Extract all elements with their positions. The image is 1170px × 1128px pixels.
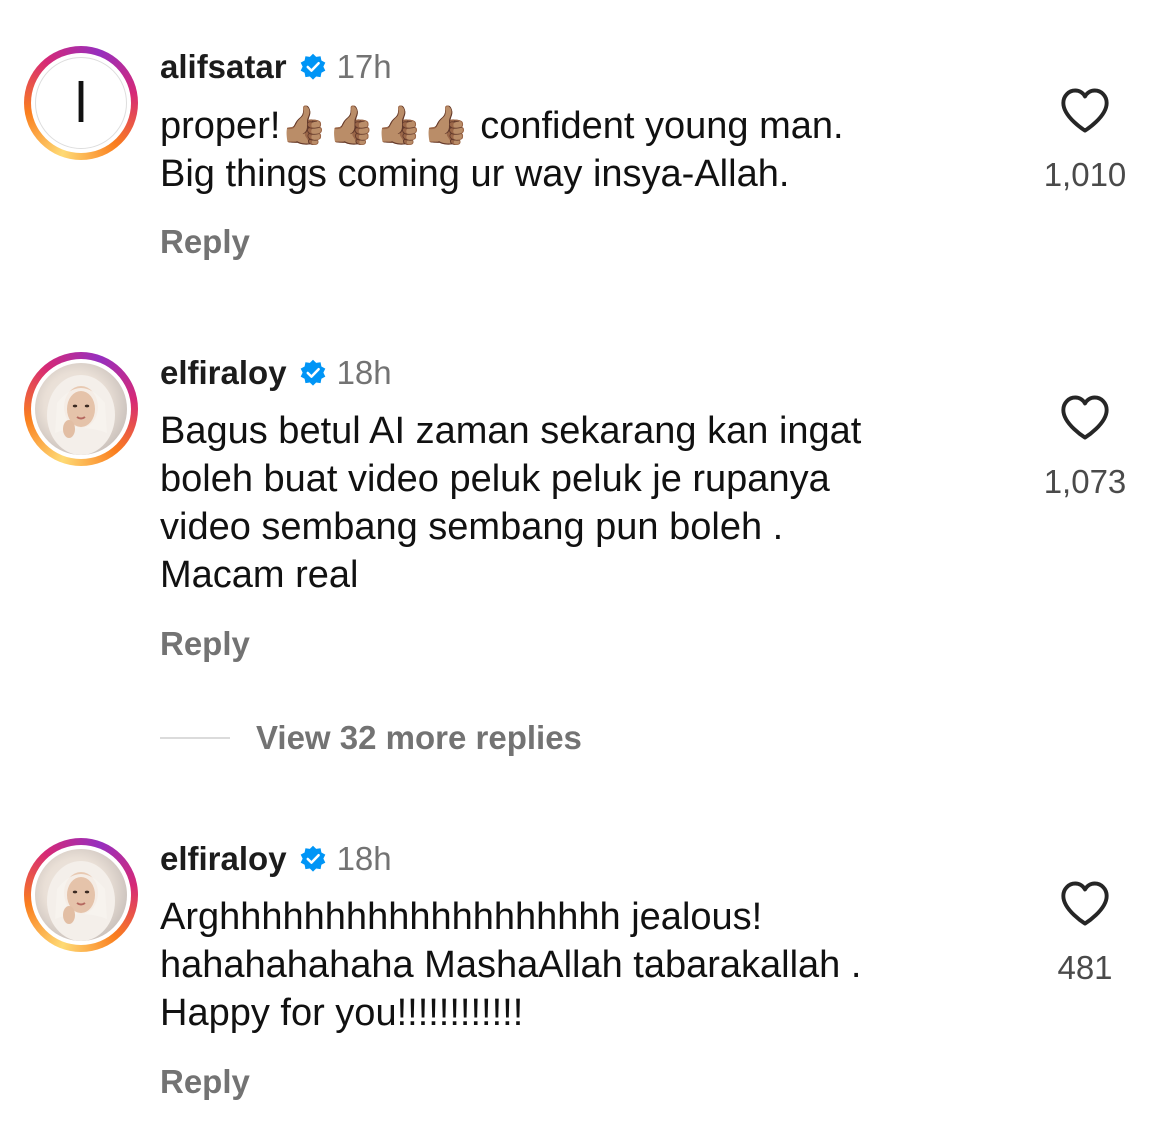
- username[interactable]: elfiraloy: [160, 354, 287, 392]
- like-count: 1,073: [1043, 463, 1127, 500]
- verified-badge-icon: [300, 359, 325, 386]
- avatar-story-ring[interactable]: [24, 838, 138, 952]
- comment-meta: elfiraloy 18h: [160, 837, 392, 881]
- view-more-replies-label: View 32 more replies: [256, 719, 582, 756]
- like-count: 1,010: [1043, 156, 1127, 193]
- heart-outline-icon[interactable]: [1059, 393, 1111, 441]
- profile-photo-icon: [47, 861, 115, 941]
- heart-outline-icon[interactable]: [1059, 86, 1111, 134]
- comment-meta: alifsatar 17h: [160, 45, 392, 89]
- verified-badge-icon: [300, 845, 325, 872]
- avatar: [35, 363, 127, 455]
- heart-outline-icon[interactable]: [1059, 879, 1111, 927]
- like-count: 481: [1057, 949, 1113, 986]
- avatar: [35, 849, 127, 941]
- view-more-replies-button[interactable]: View 32 more replies: [160, 714, 582, 762]
- divider-line: [160, 737, 230, 739]
- like-section: 481: [1030, 879, 1140, 987]
- like-section: 1,073: [1030, 393, 1140, 501]
- avatar-story-ring[interactable]: [24, 352, 138, 466]
- timestamp: 18h: [336, 840, 392, 877]
- username[interactable]: elfiraloy: [160, 840, 287, 878]
- username[interactable]: alifsatar: [160, 48, 287, 86]
- reply-button[interactable]: Reply: [160, 625, 250, 663]
- comment-text: proper!👍🏽👍🏽👍🏽👍🏽 confident young man. Big…: [160, 105, 844, 195]
- timestamp: 17h: [336, 48, 392, 85]
- comment-meta: elfiraloy 18h: [160, 351, 392, 395]
- avatar: ا: [35, 57, 127, 149]
- verified-badge-icon: [300, 53, 325, 80]
- profile-photo-icon: [47, 375, 115, 455]
- comment-text: Bagus betul AI zaman sekarang kan ingat …: [160, 410, 862, 596]
- avatar-story-ring[interactable]: ا: [24, 46, 138, 160]
- comment-text: Arghhhhhhhhhhhhhhhhhhh jealous! hahahaha…: [160, 896, 862, 1034]
- timestamp: 18h: [336, 354, 392, 391]
- reply-button[interactable]: Reply: [160, 223, 250, 261]
- like-section: 1,010: [1030, 86, 1140, 194]
- reply-button[interactable]: Reply: [160, 1063, 250, 1101]
